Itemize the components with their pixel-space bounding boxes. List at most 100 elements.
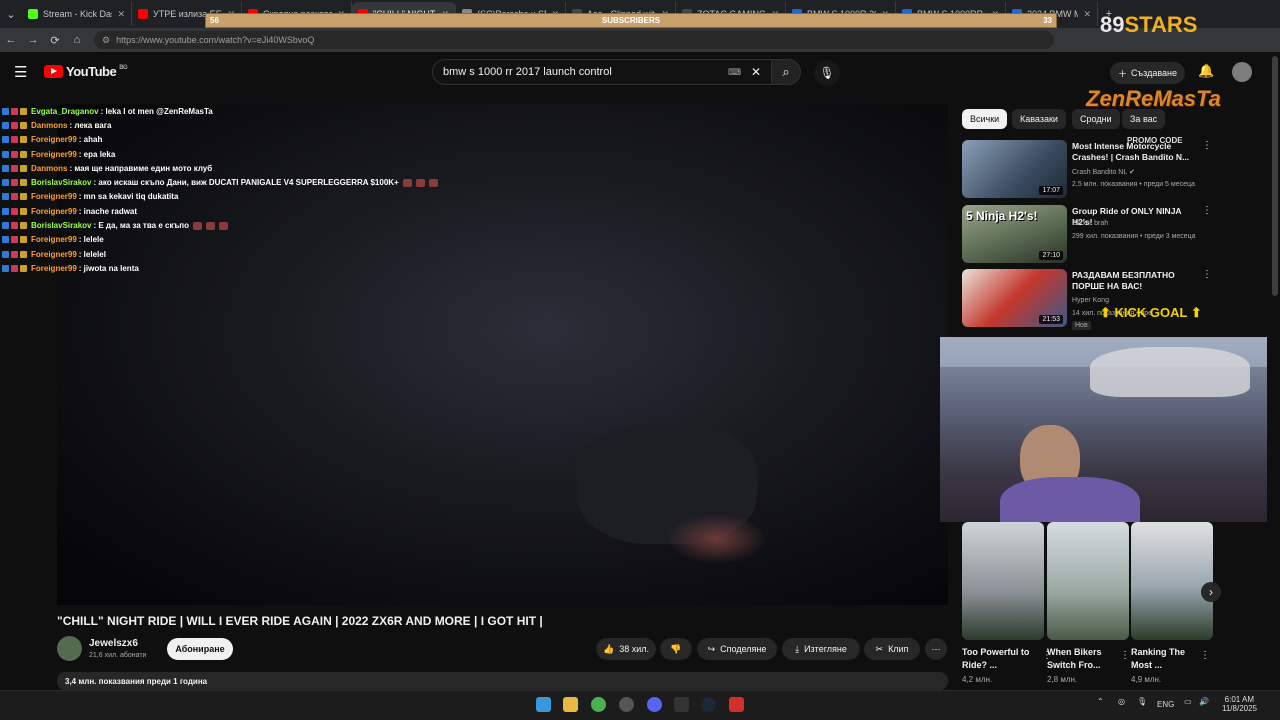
chat-text: : lelelel	[78, 249, 106, 259]
short-title[interactable]: Ranking The Most ...	[1131, 646, 1201, 672]
description-box[interactable]: 3,4 млн. показвания преди 1 година	[57, 672, 948, 690]
forward-button[interactable]: →	[22, 30, 44, 50]
reload-button[interactable]: ⟳	[44, 30, 66, 50]
recommendation-channel[interactable]: Gixxer brah	[1072, 220, 1108, 227]
share-button[interactable]: ↪ Споделяне	[697, 638, 777, 660]
chat-emote-icon	[219, 221, 229, 230]
region-code: BG	[119, 64, 128, 71]
chat-username[interactable]: Foreigner99	[31, 250, 77, 259]
download-label: Изтегляне	[804, 644, 847, 654]
chat-message: Foreigner99 : mn sa kekavi tiq dukatita	[2, 190, 462, 204]
chip-related[interactable]: Сродни	[1072, 109, 1120, 129]
clock[interactable]: 6:01 AM 11/8/2025	[1222, 695, 1257, 713]
notifications-bell-icon[interactable]: 🔔	[1198, 63, 1214, 79]
tray-chevron-icon[interactable]: ⌃	[1097, 697, 1104, 706]
more-vertical-icon[interactable]: ⋮	[1120, 650, 1130, 661]
obs-icon[interactable]	[619, 697, 634, 712]
display-icon[interactable]: ▭	[1184, 697, 1192, 706]
share-icon: ↪	[707, 643, 716, 654]
voice-search-button[interactable]: 🎙	[814, 60, 840, 86]
chat-badge-icon	[2, 121, 9, 129]
steam-icon[interactable]	[701, 697, 716, 712]
clip-button[interactable]: ✂ Клип	[864, 638, 920, 660]
mic-tray-icon[interactable]: 🎙	[1137, 697, 1147, 706]
app-icon[interactable]	[729, 697, 744, 712]
create-button[interactable]: ＋ Създаване	[1110, 62, 1185, 84]
channel-avatar[interactable]	[57, 636, 82, 661]
short-thumbnail[interactable]	[962, 522, 1044, 640]
dislike-button[interactable]: 👎	[660, 638, 692, 660]
search-button[interactable]: ⌕	[771, 59, 801, 85]
account-avatar[interactable]	[1232, 62, 1252, 82]
recommendation-item[interactable]: 5 Ninja H2's! 27:10 Group Ride of ONLY N…	[962, 205, 1212, 263]
volume-icon[interactable]: 🔊	[1199, 697, 1209, 706]
chat-message: Foreigner99 : lelelel	[2, 247, 462, 261]
short-info[interactable]: When Bikers Switch Fro... 2,8 млн.	[1047, 646, 1117, 684]
chrome-icon[interactable]	[591, 697, 606, 712]
chat-username[interactable]: Danmons	[31, 164, 67, 173]
browser-tab[interactable]: Stream - Kick Dashb ✕	[22, 2, 132, 26]
address-bar[interactable]: ⚙ https://www.youtube.com/watch?v=eJi40W…	[94, 31, 1054, 49]
site-settings-icon[interactable]: ⚙	[102, 35, 110, 46]
download-button[interactable]: ⤓ Изтегляне	[782, 638, 860, 660]
chat-username[interactable]: Foreigner99	[31, 192, 77, 201]
duration-badge: 21:53	[1039, 315, 1063, 324]
chat-username[interactable]: Danmons	[31, 121, 67, 130]
video-thumbnail[interactable]: 17:07	[962, 140, 1067, 198]
shorts-next-button[interactable]: ›	[1201, 582, 1221, 602]
channel-name[interactable]: Jewelszx6	[89, 638, 138, 649]
menu-icon[interactable]: ☰	[14, 63, 27, 81]
terminal-icon[interactable]	[674, 697, 689, 712]
chat-username[interactable]: Foreigner99	[31, 235, 77, 244]
language-indicator[interactable]: ENG	[1157, 700, 1174, 709]
chat-username[interactable]: BorislavSirakov	[31, 178, 91, 187]
like-button[interactable]: 👍 38 хил.	[596, 638, 656, 660]
search-input[interactable]: bmw s 1000 rr 2017 launch control ⌨ ✕	[432, 59, 772, 85]
tab-search-button[interactable]: ⌄	[0, 4, 22, 24]
chat-username[interactable]: Foreigner99	[31, 264, 77, 273]
recommendation-channel[interactable]: Crash Bandito NL ✔	[1072, 168, 1135, 176]
clear-search-icon[interactable]: ✕	[751, 65, 761, 79]
more-vertical-icon[interactable]: ⋮	[1202, 205, 1212, 216]
recommendation-title[interactable]: РАЗДАВАМ БЕЗПЛАТНО ПОРШЕ НА ВАС!	[1072, 270, 1197, 292]
chat-username[interactable]: Evgata_Draganov	[31, 107, 99, 116]
chat-username[interactable]: Foreigner99	[31, 207, 77, 216]
chat-username[interactable]: BorislavSirakov	[31, 221, 91, 230]
chip-kawasaki[interactable]: Кавазаки	[1012, 109, 1066, 129]
more-vertical-icon[interactable]: ⋮	[1202, 269, 1212, 280]
more-vertical-icon[interactable]: ⋮	[1042, 650, 1052, 661]
discord-icon[interactable]	[647, 697, 662, 712]
kick-goal-banner: ⬆ KICK GOAL ⬆	[1100, 305, 1202, 321]
recommendation-channel[interactable]: Hyper Kong	[1072, 297, 1109, 304]
back-button[interactable]: ←	[0, 30, 22, 50]
thumbs-down-icon: 👎	[670, 643, 682, 654]
short-title[interactable]: Too Powerful to Ride? ...	[962, 646, 1032, 672]
chip-for-you[interactable]: За вас	[1122, 109, 1166, 129]
more-vertical-icon[interactable]: ⋮	[1200, 650, 1210, 661]
tab-close-icon[interactable]: ✕	[1083, 9, 1091, 20]
chat-username[interactable]: Foreigner99	[31, 135, 77, 144]
home-button[interactable]: ⌂	[66, 30, 88, 50]
short-title[interactable]: When Bikers Switch Fro...	[1047, 646, 1117, 672]
more-actions-button[interactable]: ⋯	[925, 638, 947, 660]
chip-all[interactable]: Всички	[962, 109, 1008, 129]
subscribe-button[interactable]: Абониране	[167, 638, 233, 660]
tab-close-icon[interactable]: ✕	[117, 9, 125, 20]
file-explorer-icon[interactable]	[563, 697, 578, 712]
youtube-logo[interactable]: YouTube BG	[44, 64, 128, 79]
page-scrollbar[interactable]	[1272, 56, 1278, 296]
thumbnail-text: 5 Ninja H2's!	[966, 209, 1038, 223]
chat-text: : jiwota na lenta	[78, 263, 139, 273]
video-thumbnail[interactable]: 5 Ninja H2's! 27:10	[962, 205, 1067, 263]
short-thumbnail[interactable]	[1131, 522, 1213, 640]
more-vertical-icon[interactable]: ⋮	[1202, 140, 1212, 151]
short-info[interactable]: Ranking The Most ... 4,9 млн.	[1131, 646, 1201, 684]
network-icon[interactable]: ◎	[1118, 697, 1125, 706]
recommendation-item[interactable]: 17:07 Most Intense Motorcycle Crashes! |…	[962, 140, 1212, 198]
chat-username[interactable]: Foreigner99	[31, 150, 77, 159]
keyboard-icon[interactable]: ⌨	[728, 67, 741, 78]
video-thumbnail[interactable]: 21:53	[962, 269, 1067, 327]
short-thumbnail[interactable]	[1047, 522, 1129, 640]
start-windows-icon[interactable]	[536, 697, 551, 712]
short-info[interactable]: Too Powerful to Ride? ... 4,2 млн.	[962, 646, 1032, 684]
